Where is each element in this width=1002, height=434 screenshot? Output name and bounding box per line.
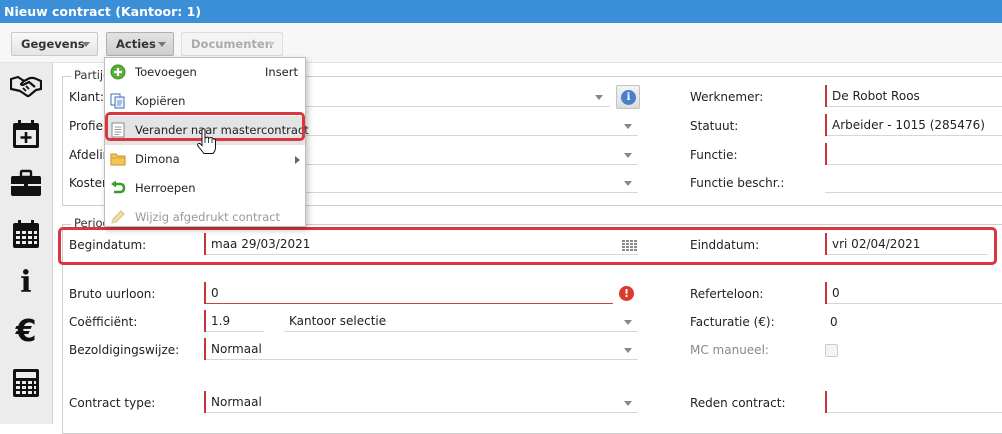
reden-contract-field[interactable] [825, 391, 1002, 413]
calendar-icon[interactable] [10, 218, 42, 250]
facturatie-value: 0 [830, 315, 838, 329]
acties-label: Acties [116, 37, 156, 51]
referteloon-label: Referteloon: [690, 287, 764, 301]
statuut-value: Arbeider - 1015 (285476) [832, 118, 985, 132]
chevron-down-icon [158, 42, 166, 47]
hand-cursor-icon [197, 128, 216, 154]
chevron-down-icon [267, 42, 275, 47]
error-icon: ! [619, 286, 634, 301]
menu-item-label: Toevoegen [135, 65, 197, 79]
chevron-down-icon[interactable] [624, 401, 632, 406]
reden-contract-label: Reden contract: [690, 396, 786, 410]
calculator-icon[interactable] [10, 367, 42, 399]
briefcase-icon[interactable] [10, 167, 42, 199]
functie-beschr-label: Functie beschr.: [690, 176, 785, 190]
contract-type-label: Contract type: [69, 396, 156, 410]
mc-manueel-label: MC manueel: [690, 343, 769, 357]
info-icon[interactable]: i [10, 267, 42, 299]
klant-label: Klant: [69, 90, 104, 104]
copy-icon [110, 93, 125, 109]
info-icon: i [621, 90, 636, 105]
chevron-down-icon[interactable] [624, 181, 632, 186]
handshake-icon[interactable] [10, 69, 42, 101]
window-title: Nieuw contract (Kantoor: 1) [0, 0, 1002, 23]
date-row-highlight [58, 227, 997, 265]
functie-field[interactable] [825, 143, 1002, 165]
bezoldigingswijze-select[interactable]: Normaal [204, 338, 638, 360]
kantoor-value: Kantoor selectie [289, 314, 387, 328]
mc-manueel-checkbox[interactable] [825, 344, 838, 357]
facturatie-label: Facturatie (€): [690, 315, 775, 329]
menu-item-label: Wijzig afgedrukt contract [135, 210, 281, 224]
werknemer-field[interactable]: De Robot Roos [825, 85, 1002, 107]
menu-item-toevoegen[interactable]: Toevoegen Insert [105, 58, 305, 87]
calendar-add-icon[interactable] [10, 118, 42, 150]
chevron-down-icon[interactable] [624, 153, 632, 158]
statuut-field[interactable]: Arbeider - 1015 (285476) [825, 114, 1002, 136]
chevron-right-icon [295, 156, 300, 164]
bruto-label: Bruto uurloon: [69, 287, 156, 301]
sidebar: i € [0, 63, 53, 424]
menu-item-label: Dimona [135, 152, 180, 166]
menu-item-label: Herroepen [135, 181, 196, 195]
referteloon-value: 0 [832, 286, 840, 300]
chevron-down-icon [82, 42, 90, 47]
acties-button[interactable]: Acties [106, 32, 174, 56]
bezold-value: Normaal [211, 342, 262, 356]
chevron-down-icon[interactable] [624, 348, 632, 353]
gegevens-button[interactable]: Gegevens [11, 32, 98, 56]
euro-icon[interactable]: € [10, 316, 42, 348]
add-icon [110, 64, 126, 80]
chevron-down-icon[interactable] [595, 95, 603, 100]
pencil-icon [111, 210, 125, 224]
werknemer-value: De Robot Roos [832, 89, 920, 103]
menu-item-shortcut: Insert [265, 65, 298, 79]
documenten-label: Documenten [191, 37, 273, 51]
bruto-value: 0 [211, 286, 219, 300]
functie-label: Functie: [690, 148, 738, 162]
werknemer-label: Werknemer: [690, 90, 764, 104]
gegevens-label: Gegevens [21, 37, 85, 51]
contract-type-select[interactable]: Normaal [204, 391, 638, 413]
referteloon-field[interactable]: 0 [825, 282, 1002, 304]
coefficient-field[interactable]: 1.9 [204, 310, 264, 332]
coef-value: 1.9 [211, 314, 231, 328]
menu-item-wijzig-afgedrukt-contract[interactable]: Wijzig afgedrukt contract [105, 203, 305, 232]
undo-icon [111, 180, 126, 194]
chevron-down-icon[interactable] [624, 124, 632, 129]
bruto-uurloon-field[interactable]: 0 [204, 282, 613, 304]
contract-type-value: Normaal [211, 395, 262, 409]
bezold-label: Bezoldigingswijze: [69, 343, 180, 357]
folder-icon [110, 153, 126, 166]
chevron-down-icon[interactable] [624, 320, 632, 325]
kantoor-select[interactable]: Kantoor selectie [284, 310, 638, 332]
menu-item-herroepen[interactable]: Herroepen [105, 174, 305, 203]
klant-info-button[interactable]: i [616, 85, 640, 109]
documenten-button[interactable]: Documenten [181, 32, 283, 56]
functie-beschr-field[interactable] [825, 171, 1002, 193]
statuut-label: Statuut: [690, 119, 739, 133]
coef-label: Coëfficiënt: [69, 315, 138, 329]
